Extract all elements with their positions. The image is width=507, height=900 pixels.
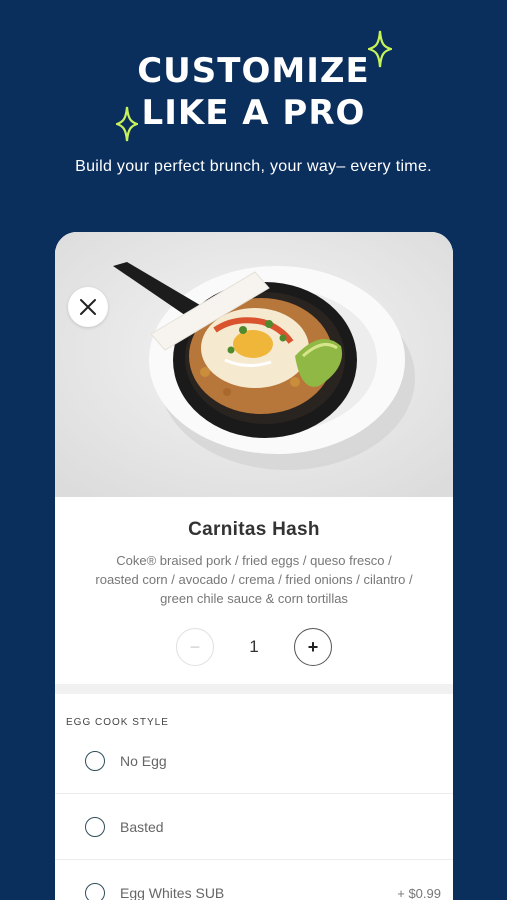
option-label: Egg Whites SUB [120,885,225,900]
radio-button[interactable] [85,883,105,900]
option-no-egg[interactable]: No Egg [55,728,453,794]
headline-line-2: LIKE A PRO [141,93,366,133]
decrease-quantity-button[interactable]: − [176,628,214,666]
quantity-stepper: − 1 + [55,628,453,666]
headline: CUSTOMIZE LIKE A PRO [0,50,507,134]
radio-button[interactable] [85,816,105,837]
egg-options-list: No Egg Basted Egg Whites SUB + $0.99 [55,728,453,900]
section-divider [55,684,453,694]
product-description: Coke® braised pork / fried eggs / queso … [95,553,413,606]
headline-line-1: CUSTOMIZE [137,51,370,91]
option-price: + $0.99 [397,885,441,900]
close-icon [80,299,96,315]
option-label: Basted [120,818,164,835]
product-card: Carnitas Hash Coke® braised pork / fried… [55,232,453,900]
egg-cook-style-section: EGG COOK STYLE No Egg Basted Egg Whites … [55,694,453,900]
product-name: Carnitas Hash [188,519,320,540]
product-info: Carnitas Hash Coke® braised pork / fried… [55,497,453,666]
radio-button[interactable] [85,750,105,771]
option-egg-whites-sub[interactable]: Egg Whites SUB + $0.99 [55,860,453,900]
quantity-value: 1 [249,637,259,656]
subtitle: Build your perfect brunch, your way– eve… [75,158,432,175]
increase-quantity-button[interactable]: + [294,628,332,666]
product-photo [55,232,453,497]
close-button[interactable] [68,287,108,327]
food-image [55,232,453,497]
option-basted[interactable]: Basted [55,794,453,860]
option-label: No Egg [120,752,167,769]
section-label: EGG COOK STYLE [66,717,169,728]
